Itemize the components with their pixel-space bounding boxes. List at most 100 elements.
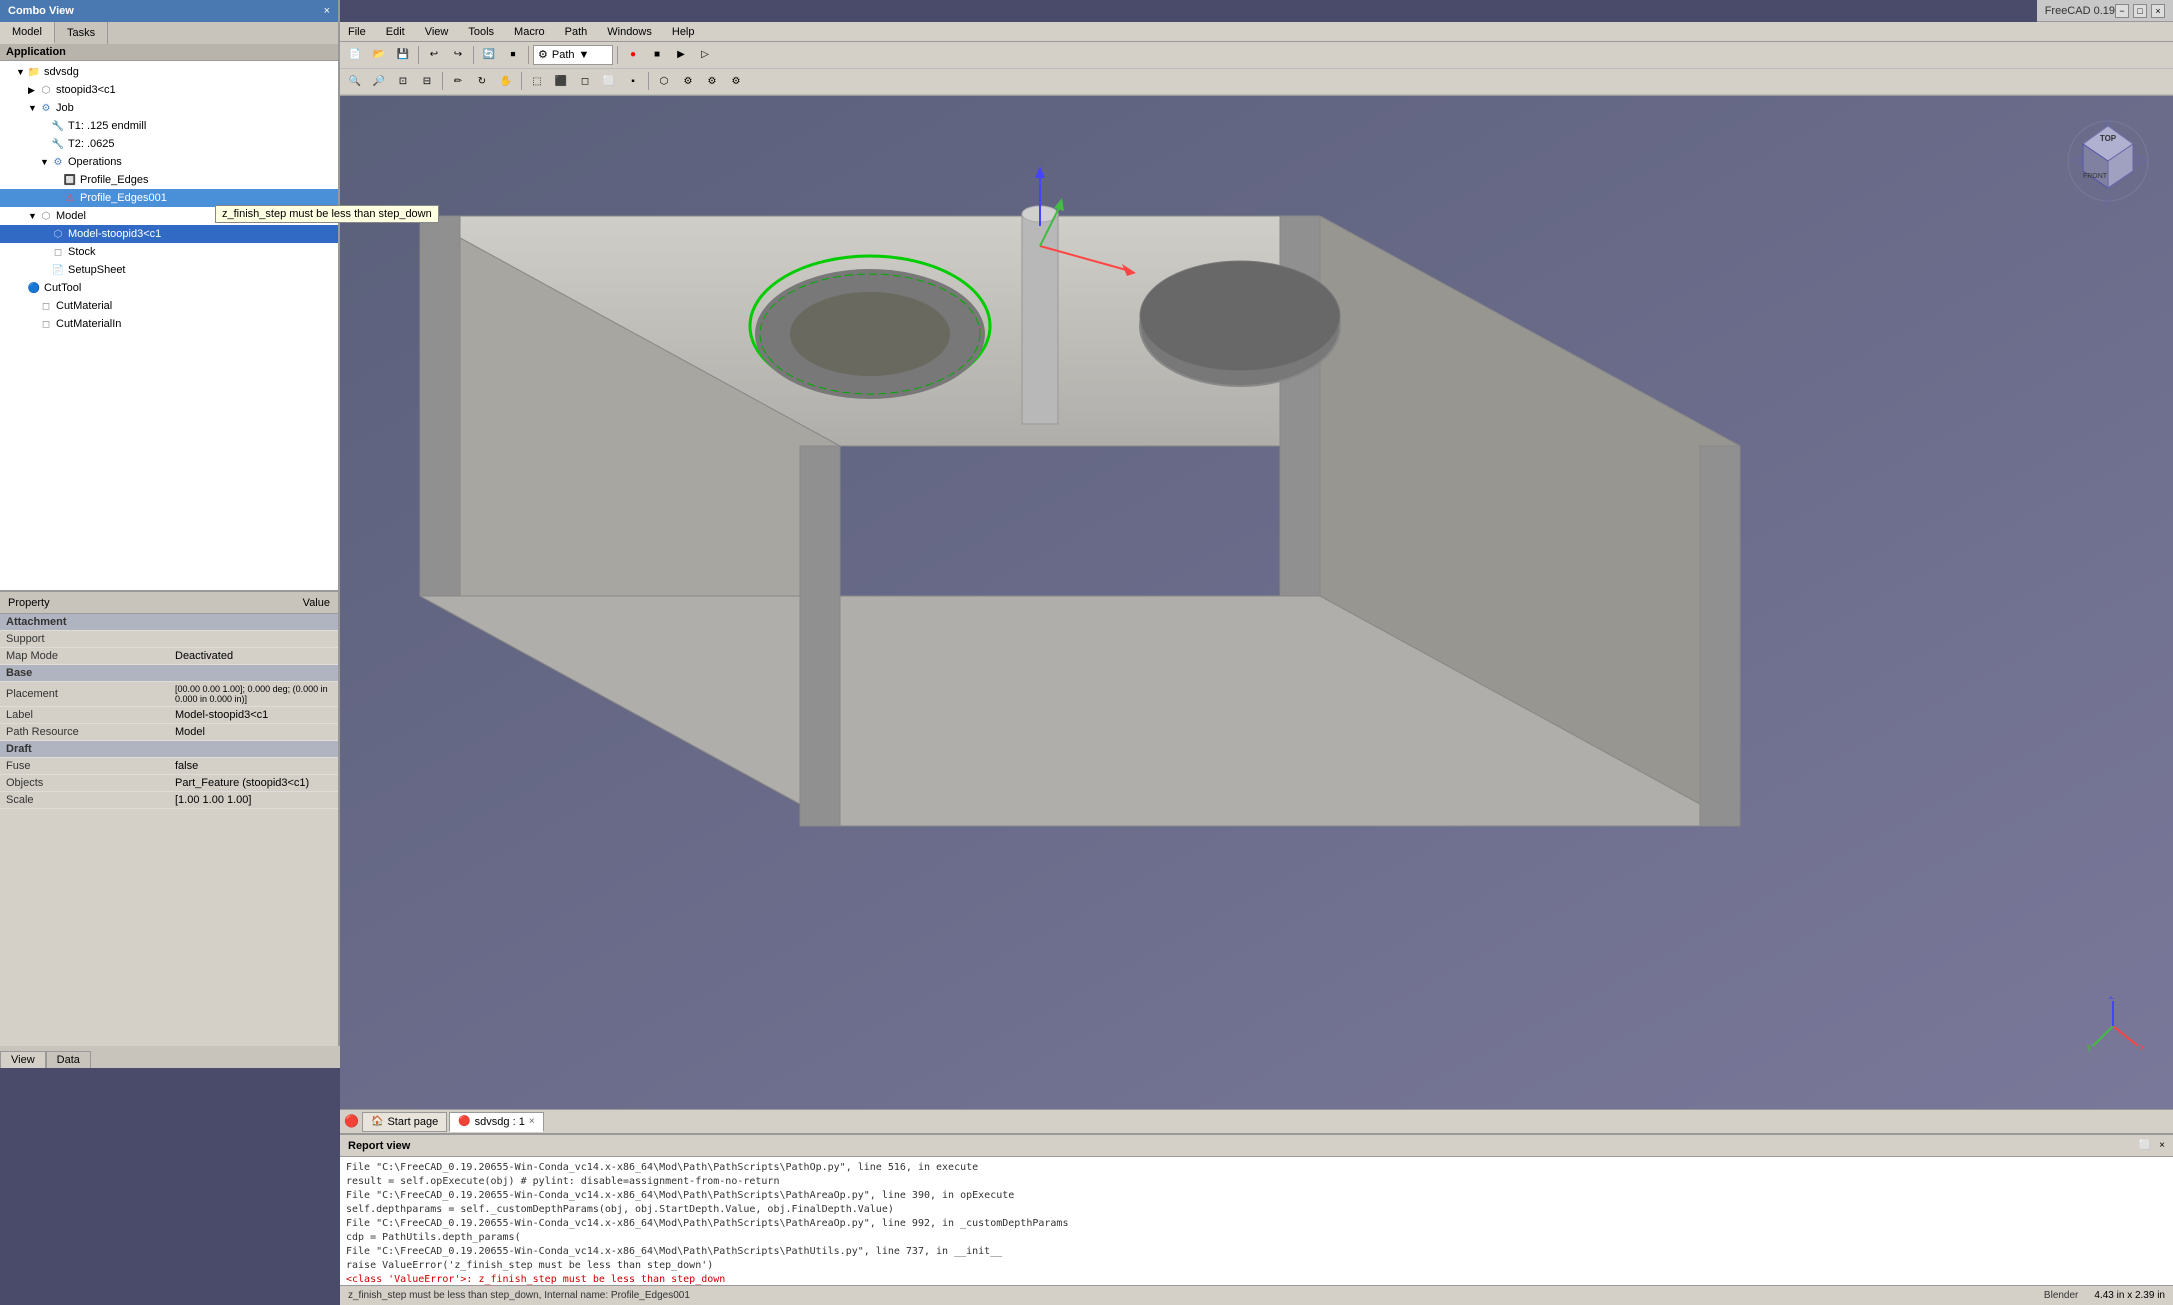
tree-item-stock[interactable]: ▶ ◻ Stock	[0, 243, 338, 261]
tb-stop2[interactable]: ■	[646, 44, 668, 66]
doc-tab-startpage[interactable]: 🏠 Start page	[362, 1112, 447, 1132]
tab-view[interactable]: View	[0, 1051, 46, 1068]
menu-view[interactable]: View	[421, 26, 453, 38]
tb-misc-9[interactable]: ⚙	[725, 70, 747, 92]
tree-label-cuttool: CutTool	[44, 282, 81, 294]
tb-undo[interactable]: ↩	[423, 44, 445, 66]
value-label: Value	[303, 597, 330, 609]
tb-zoom-out[interactable]: 🔎	[368, 70, 390, 92]
property-label: Property	[8, 597, 50, 609]
tb-misc-6[interactable]: ⬡	[653, 70, 675, 92]
menu-macro[interactable]: Macro	[510, 26, 549, 38]
tree-label-profile-edges001: Profile_Edges001	[80, 192, 167, 204]
path-chevron: ▼	[579, 49, 590, 61]
section-application: Application	[0, 44, 338, 61]
menu-tools[interactable]: Tools	[464, 26, 498, 38]
tb-play[interactable]: ▶	[670, 44, 692, 66]
tb-misc-2[interactable]: ⬛	[550, 70, 572, 92]
tree-label-sdvsdg: sdvsdg	[44, 66, 79, 78]
3d-scene	[340, 96, 2173, 1109]
expand-arrow[interactable]: ▼	[16, 67, 26, 77]
tb-stop[interactable]: ⏹	[502, 44, 524, 66]
tree-item-cuttool[interactable]: ▶ 🔵 CutTool	[0, 279, 338, 297]
svg-text:▷: ▷	[2137, 151, 2148, 167]
report-expand-icon[interactable]: ⬜	[2139, 1140, 2151, 1151]
tb-fit-sel[interactable]: ⊟	[416, 70, 438, 92]
path-dropdown[interactable]: ⚙ Path ▼	[533, 45, 613, 65]
tb-new[interactable]: 📄	[344, 44, 366, 66]
close-button[interactable]: ×	[2151, 4, 2165, 18]
tree-item-cutmaterial[interactable]: ▶ ◻ CutMaterial	[0, 297, 338, 315]
tb-draw[interactable]: ✏	[447, 70, 469, 92]
tab-tasks[interactable]: Tasks	[55, 22, 108, 44]
tree-item-sdvsdg[interactable]: ▼ 📁 sdvsdg	[0, 63, 338, 81]
expand-arrow-model[interactable]: ▼	[28, 211, 38, 221]
tree-item-profile-edges[interactable]: ▶ 🔲 Profile_Edges	[0, 171, 338, 189]
tree-item-model[interactable]: ▼ ⬡ Model	[0, 207, 338, 225]
tb-misc-1[interactable]: ⬚	[526, 70, 548, 92]
tree-item-setupsheet[interactable]: ▶ 📄 SetupSheet	[0, 261, 338, 279]
tab-freecad-icon: 🔴	[344, 1114, 360, 1130]
part-icon: ⬡	[38, 82, 54, 98]
tb-zoom-in[interactable]: 🔍	[344, 70, 366, 92]
tree-item-t1[interactable]: ▶ 🔧 T1: .125 endmill	[0, 117, 338, 135]
nav-cube[interactable]: TOP FRONT ◁ ▷ △ ▽	[2063, 116, 2153, 206]
tb-misc-4[interactable]: ⬜	[598, 70, 620, 92]
menu-windows[interactable]: Windows	[603, 26, 656, 38]
report-content[interactable]: File "C:\FreeCAD_0.19.20655-Win-Conda_vc…	[340, 1157, 2173, 1285]
prop-row-fuse: Fuse false	[0, 758, 338, 775]
model-icon: ⬡	[38, 208, 54, 224]
toolbar-area: 📄 📂 💾 ↩ ↪ 🔄 ⏹ ⚙ Path ▼ ● ■ ▶ ▷ 🔍 🔎 ⊡ ⊟ ✏…	[340, 42, 2173, 96]
tab-close-icon[interactable]: ×	[529, 1116, 535, 1127]
tree-label-model-stoopid3: Model-stoopid3<c1	[68, 228, 161, 240]
prop-section-draft: Draft	[0, 741, 338, 758]
viewport[interactable]: TOP FRONT ◁ ▷ △ ▽ x y z	[340, 96, 2173, 1109]
tab-data[interactable]: Data	[46, 1051, 91, 1068]
maximize-button[interactable]: □	[2133, 4, 2147, 18]
tb-open[interactable]: 📂	[368, 44, 390, 66]
tb-misc-5[interactable]: ▪	[622, 70, 644, 92]
toolbar-sep-1	[418, 46, 419, 64]
title-bar: FreeCAD 0.19 − □ ×	[2037, 0, 2173, 22]
tb-misc-8[interactable]: ⚙	[701, 70, 723, 92]
tb-rotate[interactable]: ↻	[471, 70, 493, 92]
menu-bar: File Edit View Tools Macro Path Windows …	[340, 22, 2173, 42]
tb-save[interactable]: 💾	[392, 44, 414, 66]
tree-item-model-stoopid3[interactable]: ▶ ⬡ Model-stoopid3<c1	[0, 225, 338, 243]
tb-redo[interactable]: ↪	[447, 44, 469, 66]
tb-refresh[interactable]: 🔄	[478, 44, 500, 66]
doc-tab-sdvsdg[interactable]: 🔴 sdvsdg : 1 ×	[449, 1112, 543, 1132]
tree-item-operations[interactable]: ▼ ⚙ Operations	[0, 153, 338, 171]
tb-misc-7[interactable]: ⚙	[677, 70, 699, 92]
expand-arrow-ops[interactable]: ▼	[40, 157, 50, 167]
report-line-3: File "C:\FreeCAD_0.19.20655-Win-Conda_vc…	[346, 1189, 2167, 1203]
tree-item-t2[interactable]: ▶ 🔧 T2: .0625	[0, 135, 338, 153]
panel-close-icon[interactable]: ×	[324, 5, 330, 17]
tree-item-cutmaterialin[interactable]: ▶ ◻ CutMaterialIn	[0, 315, 338, 333]
tb-fit[interactable]: ⊡	[392, 70, 414, 92]
minimize-button[interactable]: −	[2115, 4, 2129, 18]
tb-play2[interactable]: ▷	[694, 44, 716, 66]
tree-item-job[interactable]: ▼ ⚙ Job	[0, 99, 338, 117]
tab-bar: 🔴 🏠 Start page 🔴 sdvsdg : 1 ×	[340, 1109, 2173, 1133]
prop-section-base: Base	[0, 665, 338, 682]
tree-item-stoopid3[interactable]: ▶ ⬡ stoopid3<c1	[0, 81, 338, 99]
report-header: Report view ⬜ ×	[340, 1135, 2173, 1157]
panel-tabs-row: Model Tasks	[0, 22, 338, 44]
tree-area[interactable]: ▼ 📁 sdvsdg ▶ ⬡ stoopid3<c1 ▼ ⚙ Job ▶ 🔧 T…	[0, 61, 338, 621]
tb-pan[interactable]: ✋	[495, 70, 517, 92]
tree-item-profile-edges001[interactable]: ▶ ⚠ Profile_Edges001	[0, 189, 338, 207]
tb-record[interactable]: ●	[622, 44, 644, 66]
expand-arrow[interactable]: ▶	[28, 85, 38, 96]
report-close-icon[interactable]: ×	[2159, 1140, 2165, 1151]
menu-help[interactable]: Help	[668, 26, 699, 38]
menu-file[interactable]: File	[344, 26, 370, 38]
menu-path[interactable]: Path	[561, 26, 592, 38]
tree-label-model: Model	[56, 210, 86, 222]
toolbar-row-1: 📄 📂 💾 ↩ ↪ 🔄 ⏹ ⚙ Path ▼ ● ■ ▶ ▷	[340, 42, 2173, 69]
tab-model[interactable]: Model	[0, 22, 55, 44]
tree-label-stock: Stock	[68, 246, 96, 258]
expand-arrow-job[interactable]: ▼	[28, 103, 38, 113]
menu-edit[interactable]: Edit	[382, 26, 409, 38]
tb-misc-3[interactable]: ◻	[574, 70, 596, 92]
